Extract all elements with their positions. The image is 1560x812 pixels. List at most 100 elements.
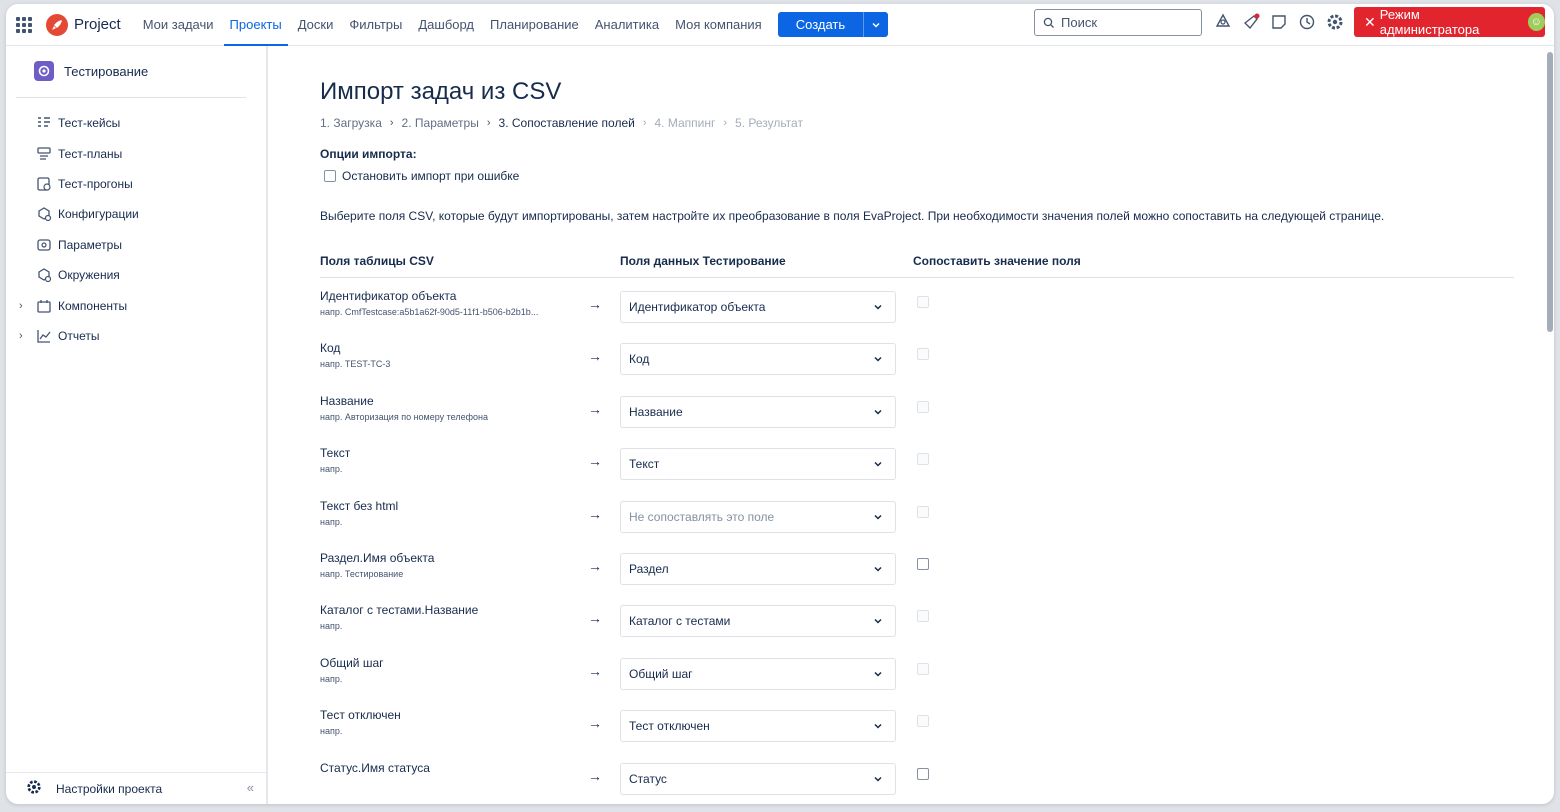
csv-field-name: Тест отключен (320, 708, 401, 723)
csv-field-example: напр. (320, 726, 343, 737)
reports-icon (36, 328, 52, 344)
stop-on-error-option[interactable]: Остановить импорт при ошибке (324, 169, 519, 183)
table-row: Текст без html напр. → Не сопоставлять это … (320, 494, 1514, 546)
scrollbar[interactable] (1547, 52, 1553, 332)
notes-icon[interactable] (1270, 13, 1288, 31)
target-field-select[interactable]: Каталог с тестами (620, 605, 896, 638)
sidebar-item-3[interactable]: Конфигурации (6, 199, 266, 229)
map-value-checkbox[interactable] (917, 557, 929, 570)
admin-mode-label: Режим администратора (1379, 7, 1480, 37)
csv-field-example: напр. Тестирование (320, 568, 404, 579)
table-row: Название напр. Авторизация по номеру теле… (320, 389, 1514, 441)
target-field-select[interactable]: Тест отключен (620, 710, 896, 743)
chevron-right-icon[interactable]: › (19, 300, 23, 312)
history-icon[interactable] (1298, 13, 1316, 31)
target-field-select[interactable]: Общий шаг (620, 657, 896, 690)
sidebar-item-0[interactable]: Тест-кейсы (6, 108, 266, 138)
sidebar-nav: Тест-кейсы Тест-планы Тест-прогоны Конфигур… (6, 108, 266, 351)
app-switcher-icon[interactable] (16, 16, 32, 33)
arrow-right-icon: → (588, 715, 602, 732)
chevron-down-icon (873, 406, 883, 420)
nav-item-4[interactable]: Дашборд (410, 4, 482, 46)
main-nav: Мои задачи Проекты Доски Фильтры Дашборд План… (135, 4, 770, 46)
map-value-checkbox (917, 348, 929, 361)
map-value-checkbox[interactable] (917, 767, 929, 780)
chevron-down-icon (873, 720, 883, 734)
search-icon (1043, 17, 1054, 28)
arrow-right-icon: → (588, 400, 602, 417)
create-button[interactable]: Создать (777, 12, 864, 37)
stop-on-error-checkbox[interactable] (324, 170, 336, 182)
chevron-down-icon (872, 22, 880, 28)
chevron-down-icon (873, 668, 883, 682)
csv-field-name: Раздел.Имя объекта (320, 550, 435, 565)
csv-field-example: напр. (320, 621, 343, 632)
admin-mode-button[interactable]: ✕ Режим администратора ☺ (1354, 7, 1545, 37)
mapping-table-header: Поля таблицы CSV Поля данных Тестировани… (320, 254, 1514, 278)
nav-item-5[interactable]: Планирование (482, 4, 587, 46)
search-input[interactable]: Поиск (1034, 9, 1202, 36)
csv-field-example: напр. (320, 464, 343, 475)
target-field-select[interactable]: Текст (620, 448, 896, 481)
import-options-title: Опции импорта: (320, 147, 417, 161)
chevron-down-icon (873, 615, 883, 629)
project-settings-link[interactable]: Настройки проекта (56, 782, 162, 796)
map-value-checkbox (917, 296, 929, 308)
import-steps: 1. Загрузка › 2. Параметры › 3. Сопоставлени… (320, 116, 803, 130)
nav-item-0[interactable]: Мои задачи (135, 4, 222, 46)
main-content: Импорт задач из CSV 1. Загрузка › 2. Парам… (270, 46, 1542, 804)
sidebar-item-5[interactable]: Окружения (6, 260, 266, 290)
target-field-select[interactable]: Название (620, 395, 896, 428)
logo[interactable]: Project (46, 13, 121, 36)
chevron-down-icon (873, 773, 883, 787)
target-field-select[interactable]: Идентификатор объекта (620, 291, 896, 323)
target-field-select[interactable]: Код (620, 343, 896, 376)
chevron-right-icon[interactable]: › (19, 330, 23, 342)
csv-field-name: Название (320, 393, 374, 408)
target-field-value: Статус (629, 771, 667, 786)
sidebar-item-4[interactable]: Параметры (6, 230, 266, 260)
arrow-right-icon: → (588, 453, 602, 470)
map-value-checkbox (917, 400, 929, 413)
sidebar-item-label: Отчеты (58, 328, 100, 343)
target-field-select[interactable]: Статус (620, 762, 896, 795)
column-csv-fields: Поля таблицы CSV (320, 254, 434, 268)
nav-item-1[interactable]: Проекты (222, 4, 290, 46)
sidebar-item-2[interactable]: Тест-прогоны (6, 169, 266, 199)
stop-on-error-label: Остановить импорт при ошибке (342, 169, 520, 183)
map-value-checkbox (917, 662, 929, 675)
nav-item-2[interactable]: Доски (290, 4, 342, 46)
nav-item-7[interactable]: Моя компания (667, 4, 770, 46)
project-sidebar: Тестирование Тест-кейсы Тест-планы Тест-пр… (6, 46, 268, 804)
recycle-icon[interactable] (1214, 13, 1232, 31)
arrow-right-icon: → (588, 348, 602, 365)
chevron-right-icon: › (642, 117, 647, 129)
close-icon: ✕ (1364, 13, 1376, 30)
sidebar-item-7[interactable]: › Отчеты (6, 321, 266, 351)
project-header[interactable]: Тестирование (34, 61, 148, 81)
nav-item-6[interactable]: Аналитика (587, 4, 667, 46)
step-2[interactable]: 2. Параметры (402, 116, 479, 130)
environments-icon (36, 267, 52, 283)
arrow-right-icon: → (588, 296, 602, 312)
avatar[interactable]: ☺ (1527, 13, 1545, 31)
nav-item-3[interactable]: Фильтры (341, 4, 410, 46)
sidebar-item-1[interactable]: Тест-планы (6, 138, 266, 168)
csv-field-example: напр. Авторизация по номеру телефона (320, 411, 489, 422)
collapse-sidebar-icon[interactable]: « (247, 780, 254, 795)
sidebar-item-label: Компоненты (58, 298, 128, 313)
target-field-select[interactable]: Не сопоставлять это поле (620, 500, 896, 533)
settings-icon[interactable] (26, 779, 42, 798)
step-1[interactable]: 1. Загрузка (320, 116, 382, 130)
create-dropdown-button[interactable] (863, 12, 889, 37)
rocket-icon (46, 13, 68, 36)
gear-icon[interactable] (1326, 13, 1344, 31)
components-icon (36, 298, 52, 314)
sidebar-item-6[interactable]: › Компоненты (6, 290, 266, 320)
notifications-icon[interactable] (1242, 13, 1260, 31)
target-field-select[interactable]: Раздел (620, 552, 896, 585)
target-field-value: Название (629, 404, 683, 419)
csv-field-example: напр. (320, 516, 343, 527)
step-5: 5. Результат (735, 116, 803, 130)
step-3: 3. Сопоставление полей (498, 116, 635, 130)
